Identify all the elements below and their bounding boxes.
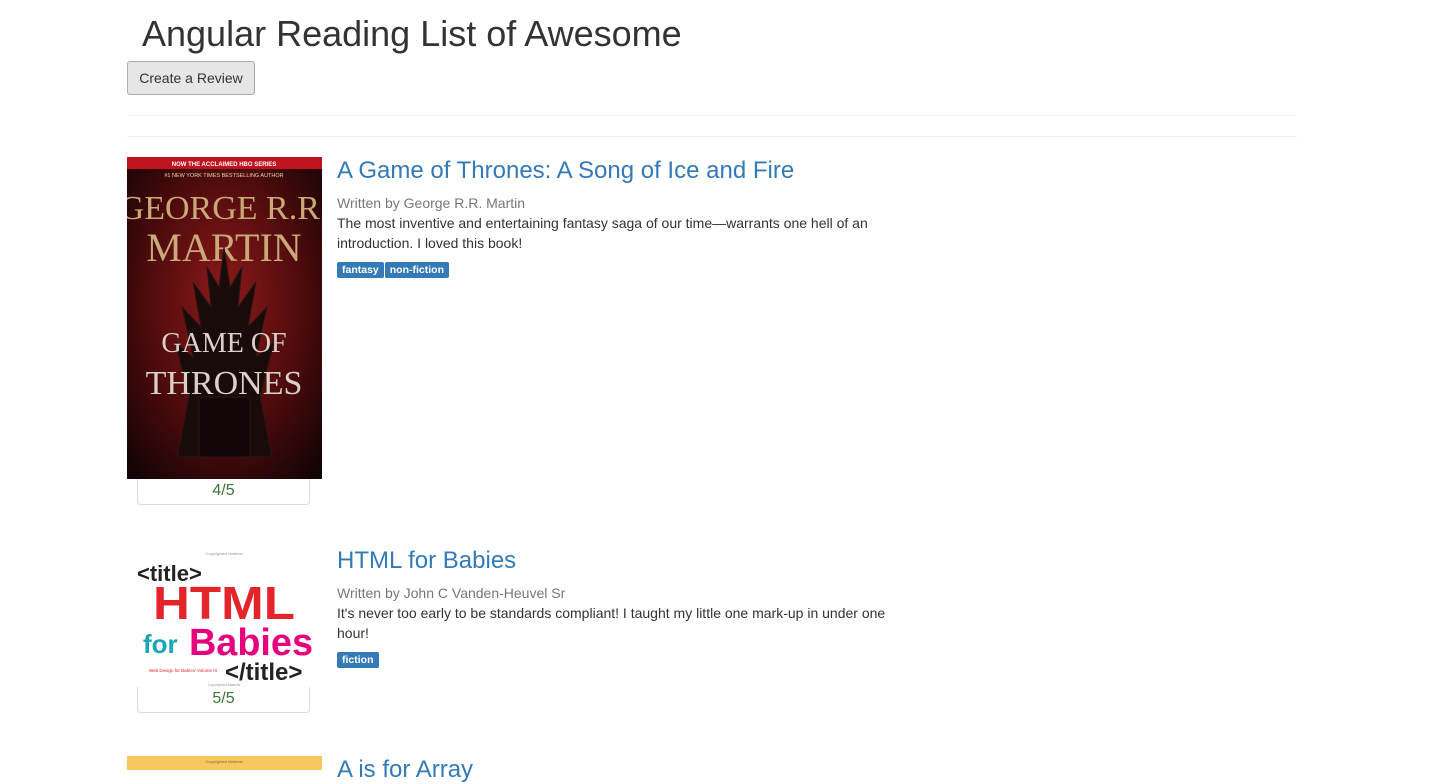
create-review-button[interactable]: Create a Review [127, 61, 255, 95]
cover-title-line1: GAME OF [161, 328, 286, 359]
book-cover-image[interactable]: NOW THE ACCLAIMED HBO SERIES #1 NEW YORK… [127, 157, 322, 479]
book-title-link[interactable]: A Game of Thrones: A Song of Ice and Fir… [337, 157, 887, 185]
cover-close-tag: </title> [225, 659, 302, 686]
genre-tag[interactable]: fiction [337, 652, 379, 668]
cover-note: Copyrighted Material [206, 759, 243, 764]
cover-title-line2: THRONES [146, 365, 303, 402]
tag-list: fiction [337, 650, 887, 668]
book-review: The most inventive and entertaining fant… [337, 215, 868, 251]
page-title: Angular Reading List of Awesome [142, 13, 682, 54]
book-author: Written by George R.R. Martin [337, 195, 526, 211]
rating-badge: 5/5 [137, 687, 310, 713]
genre-tag[interactable]: non-fiction [384, 262, 449, 278]
cover-author-first: GEORGE R.R. [127, 190, 322, 227]
book-cover-image[interactable]: Copyrighted Material <title> HTML for Ba… [127, 547, 322, 687]
cover-babies-word: Babies [189, 622, 313, 664]
divider [127, 115, 1297, 116]
divider [127, 136, 1297, 137]
cover-note: Copyrighted Material [206, 551, 243, 556]
book-title-link[interactable]: HTML for Babies [337, 547, 887, 575]
cover-for-word: for [143, 629, 178, 659]
cover-banner: NOW THE ACCLAIMED HBO SERIES [172, 162, 276, 168]
cover-series: Web Design for Babies' Volume III [149, 668, 217, 673]
book-cover-image[interactable]: Copyrighted Material [127, 756, 322, 770]
rating-badge: 4/5 [137, 479, 310, 505]
genre-tag[interactable]: fantasy [337, 262, 384, 278]
book-author: Written by John C Vanden-Heuvel Sr [337, 585, 566, 601]
tag-list: fantasy non-fiction [337, 260, 887, 278]
cover-subbanner: #1 NEW YORK TIMES BESTSELLING AUTHOR [164, 173, 283, 179]
book-review: It's never too early to be standards com… [337, 605, 886, 641]
book-title-link[interactable]: A is for Array [337, 756, 887, 784]
